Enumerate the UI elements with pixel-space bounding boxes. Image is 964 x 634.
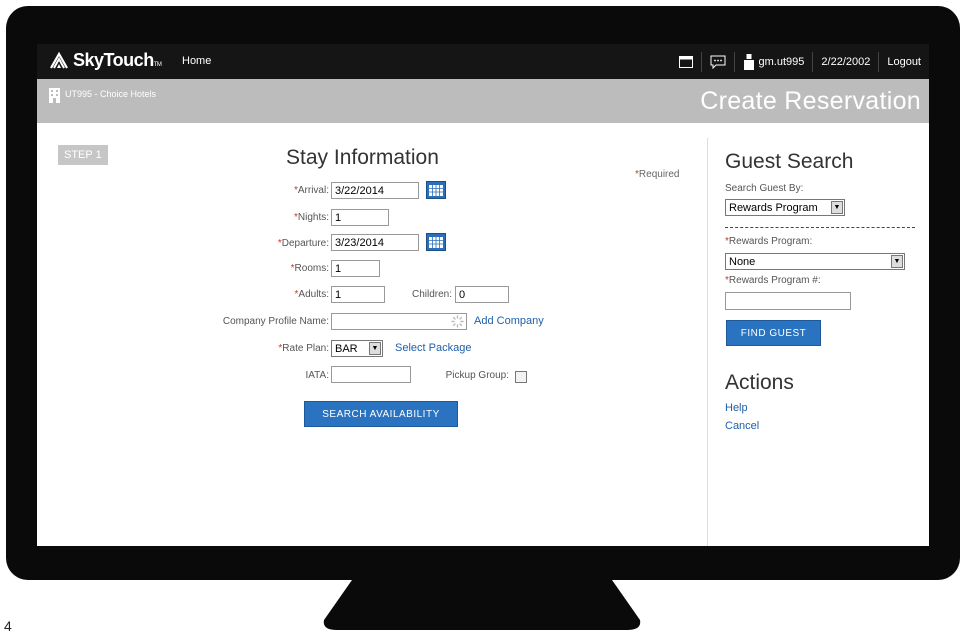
company-profile-label: Company Profile Name:: [222, 316, 329, 327]
username: gm.ut995: [758, 55, 805, 68]
select-package-link[interactable]: Select Package: [395, 342, 471, 354]
user-icon: [743, 53, 754, 70]
hotel-name: UT995 - Choice Hotels: [65, 89, 157, 99]
adults-label: *Adults:: [294, 289, 329, 300]
search-guest-by-select[interactable]: Rewards Program ▼: [725, 199, 845, 216]
top-right-menu: gm.ut995 2/22/2002 Logout: [671, 44, 929, 79]
stay-information-title: Stay Information: [286, 146, 439, 169]
rate-plan-select[interactable]: BAR ▼: [331, 340, 383, 357]
departure-calendar-icon[interactable]: [426, 233, 446, 251]
nights-label: *Nights:: [293, 212, 329, 223]
children-label: Children:: [411, 289, 452, 300]
pickup-group-checkbox[interactable]: [515, 371, 527, 383]
rooms-input[interactable]: [331, 260, 380, 277]
header-subbar: UT995 - Choice Hotels Create Reservation: [37, 79, 929, 123]
window-icon-button[interactable]: [671, 52, 701, 72]
rate-plan-value: BAR: [335, 342, 358, 355]
departure-label: *Departure:: [277, 238, 329, 249]
children-input[interactable]: [455, 286, 509, 303]
search-availability-button[interactable]: SEARCH AVAILABILITY: [304, 401, 458, 427]
panel-divider: [707, 138, 708, 546]
iata-label: IATA:: [305, 370, 329, 381]
building-icon: [49, 88, 60, 103]
current-date: 2/22/2002: [812, 51, 878, 72]
help-link[interactable]: Help: [725, 402, 748, 414]
rate-plan-label: *Rate Plan:: [278, 343, 329, 354]
logo-tm: TM: [153, 62, 162, 68]
nav-home-link[interactable]: Home: [182, 55, 211, 67]
guest-search-title: Guest Search: [725, 150, 854, 173]
find-guest-button[interactable]: FIND GUEST: [726, 320, 821, 346]
rewards-number-input[interactable]: [725, 292, 851, 310]
chevron-down-icon: ▼: [369, 342, 381, 355]
app-screen: SkyTouchTM Home gm.ut995 2/22/2002 Logou…: [37, 44, 929, 546]
actions-title: Actions: [725, 371, 794, 394]
chevron-down-icon: ▼: [891, 255, 903, 268]
dashed-separator: [725, 227, 915, 228]
arrival-label: *Arrival:: [293, 185, 329, 196]
logout-link[interactable]: Logout: [878, 51, 929, 72]
rewards-program-value: None: [729, 255, 756, 268]
adults-input[interactable]: [331, 286, 385, 303]
chat-icon: [710, 55, 726, 69]
window-icon: [678, 55, 693, 68]
rewards-number-label: *Rewards Program #:: [725, 275, 821, 286]
nights-input[interactable]: [331, 209, 389, 226]
monitor-stand: [323, 580, 641, 630]
user-menu[interactable]: gm.ut995: [733, 51, 813, 72]
chat-icon-button[interactable]: [700, 51, 734, 72]
chevron-down-icon: ▼: [831, 201, 843, 214]
cancel-link[interactable]: Cancel: [725, 420, 759, 432]
step-badge: STEP 1: [58, 145, 108, 165]
company-profile-input[interactable]: [331, 313, 467, 330]
hotel-indicator: UT995 - Choice Hotels: [49, 88, 156, 103]
loading-spinner-icon: [451, 315, 464, 328]
departure-date-input[interactable]: [331, 234, 419, 251]
rooms-label: *Rooms:: [290, 263, 329, 274]
logo-icon: [50, 51, 68, 69]
required-note: *Required: [635, 169, 680, 180]
arrival-date-input[interactable]: [331, 182, 419, 199]
search-guest-by-label: Search Guest By:: [725, 183, 804, 194]
rewards-program-label: *Rewards Program:: [725, 236, 813, 247]
iata-input[interactable]: [331, 366, 411, 383]
pickup-group-label: Pickup Group:: [445, 370, 509, 381]
page-title: Create Reservation: [700, 87, 921, 115]
skytouch-logo: SkyTouchTM: [49, 50, 162, 71]
top-nav-bar: SkyTouchTM Home gm.ut995 2/22/2002 Logou…: [37, 44, 929, 79]
add-company-link[interactable]: Add Company: [474, 315, 544, 327]
logo-text: SkyTouch: [73, 50, 154, 70]
rewards-program-select[interactable]: None ▼: [725, 253, 905, 270]
arrival-calendar-icon[interactable]: [426, 181, 446, 199]
search-guest-by-value: Rewards Program: [729, 201, 818, 214]
